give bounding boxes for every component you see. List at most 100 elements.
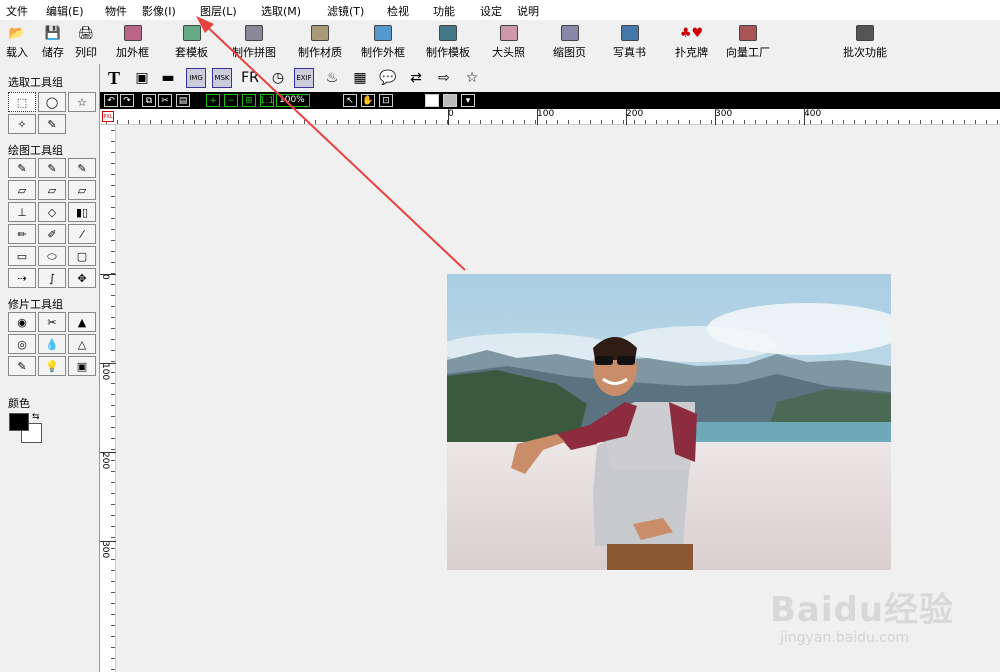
toolbar-button-3[interactable]: 加外框 — [116, 24, 149, 60]
text-tool-icon[interactable]: T — [104, 68, 124, 88]
white-swatch-icon[interactable] — [425, 94, 439, 107]
foreground-color-swatch[interactable] — [9, 413, 29, 431]
toolbar-button-12[interactable]: ♣♥ 扑克牌 — [675, 24, 708, 60]
toolbar-button-8[interactable]: 制作模板 — [426, 24, 470, 60]
gradient-icon[interactable]: ▮▯ — [68, 202, 96, 222]
birthday-cake-icon[interactable]: ♨ — [322, 68, 342, 88]
menu-item-0[interactable]: 文件 — [6, 3, 28, 19]
red-eye-icon[interactable]: ◉ — [8, 312, 36, 332]
hand-icon[interactable]: ✋ — [361, 94, 375, 107]
color-eraser-icon[interactable]: ▱ — [68, 180, 96, 200]
paste-icon[interactable]: ▤ — [176, 94, 190, 107]
lasso-select-tool[interactable]: ☆ — [68, 92, 96, 112]
ellipse-shape-icon[interactable]: ⬭ — [38, 246, 66, 266]
insert-image-icon[interactable]: ▣ — [132, 68, 152, 88]
ruler-tick — [111, 284, 115, 285]
sharpen-icon[interactable]: △ — [68, 334, 96, 354]
double-arrow-icon[interactable]: ⇄ — [406, 68, 426, 88]
ruler-tick — [111, 185, 115, 186]
icon-box — [374, 25, 392, 41]
ruler-major-tick — [537, 109, 538, 125]
speech-bubble-icon[interactable]: 💬 — [378, 68, 398, 88]
toolbar-button-13[interactable]: 向量工厂 — [726, 24, 770, 60]
rectangle-shape-icon[interactable]: ▭ — [8, 246, 36, 266]
swap-colors-icon[interactable]: ⇆ — [32, 412, 40, 422]
toolbar-button-7[interactable]: 制作外框 — [361, 24, 405, 60]
img-object-icon[interactable]: IMG — [186, 68, 206, 88]
pencil-icon[interactable]: ✏ — [8, 224, 36, 244]
msk-object-icon[interactable]: MSK — [212, 68, 232, 88]
ellipse-select-tool[interactable]: ◯ — [38, 92, 66, 112]
menu-item-4[interactable]: 图层(L) — [200, 3, 237, 19]
toolbar-button-11[interactable]: 写真书 — [613, 24, 646, 60]
poker-cards-icon: ♣♥ — [679, 25, 704, 41]
gray-swatch-icon[interactable] — [443, 94, 457, 107]
light-bulb-icon[interactable]: 💡 — [38, 356, 66, 376]
toolbar-button-14[interactable]: 批次功能 — [843, 24, 887, 60]
magic-wand-tool[interactable]: ✧ — [8, 114, 36, 134]
calendar-icon[interactable]: ▦ — [350, 68, 370, 88]
fit-window-icon[interactable]: ⊞ — [242, 94, 256, 107]
icon-box — [739, 25, 757, 41]
photo-image[interactable] — [447, 274, 891, 570]
brush-icon[interactable]: ✎ — [8, 158, 36, 178]
toolbar-button-6[interactable]: 制作材质 — [298, 24, 342, 60]
frame-object-icon[interactable]: FR — [240, 68, 260, 88]
move-icon[interactable]: ✥ — [68, 268, 96, 288]
red-brush-icon[interactable]: ✎ — [8, 356, 36, 376]
menu-item-3[interactable]: 影像(I) — [142, 3, 176, 19]
rect-select-tool[interactable]: ⬚ — [8, 92, 36, 112]
toolbar-button-label: 制作外框 — [361, 46, 405, 59]
spray-brush-icon[interactable]: ✎ — [38, 158, 66, 178]
redo-icon[interactable]: ↷ — [120, 94, 134, 107]
zoom-in-icon[interactable]: + — [206, 94, 220, 107]
crop-icon[interactable]: ⊡ — [379, 94, 393, 107]
pxl-unit-icon[interactable]: PXL — [102, 111, 114, 122]
arrow-shape-icon[interactable]: ⇨ — [434, 68, 454, 88]
curve-icon[interactable]: ∫ — [38, 268, 66, 288]
line-arrow-icon[interactable]: ⇢ — [8, 268, 36, 288]
star-shape-icon[interactable]: ☆ — [462, 68, 482, 88]
rounded-rect-icon[interactable]: ▢ — [68, 246, 96, 266]
menu-item-1[interactable]: 编辑(E) — [46, 3, 84, 19]
menu-item-6[interactable]: 滤镜(T) — [327, 3, 364, 19]
zoom-level-field[interactable]: 100% — [276, 94, 310, 107]
toolbar-button-0[interactable]: 📂 载入 — [6, 24, 28, 60]
toolbar-button-5[interactable]: 制作拼图 — [232, 24, 276, 60]
smudge-icon[interactable]: ▱ — [38, 180, 66, 200]
stamp-icon[interactable]: ⊥ — [8, 202, 36, 222]
menu-item-2[interactable]: 物件 — [105, 3, 127, 19]
clock-icon[interactable]: ◷ — [268, 68, 288, 88]
menu-item-8[interactable]: 功能 — [433, 3, 455, 19]
fill-bucket-icon[interactable]: ◇ — [38, 202, 66, 222]
clone-brush-icon[interactable]: ✎ — [68, 158, 96, 178]
brush-select-tool[interactable]: ✎ — [38, 114, 66, 134]
zoom-out-icon[interactable]: − — [224, 94, 238, 107]
water-drop-icon[interactable]: 💧 — [38, 334, 66, 354]
insert-photo-icon[interactable]: ▬ — [158, 68, 178, 88]
undo-icon[interactable]: ↶ — [104, 94, 118, 107]
toolbar-button-2[interactable]: 🖨 列印 — [75, 24, 97, 60]
toolbar-button-9[interactable]: 大头照 — [492, 24, 525, 60]
menu-item-5[interactable]: 选取(M) — [261, 3, 301, 19]
marker-icon[interactable]: ✐ — [38, 224, 66, 244]
toolbar-button-10[interactable]: 缩图页 — [553, 24, 586, 60]
eraser-icon[interactable]: ▱ — [8, 180, 36, 200]
dropdown-icon[interactable]: ▾ — [461, 94, 475, 107]
exif-icon[interactable]: EXIF — [294, 68, 314, 88]
menu-item-9[interactable]: 设定 — [480, 3, 502, 19]
cut-icon[interactable]: ✂ — [158, 94, 172, 107]
bottle-icon[interactable]: ▲ — [68, 312, 96, 332]
figure-cut-icon[interactable]: ✂ — [38, 312, 66, 332]
actual-size-icon[interactable]: 1:1 — [260, 94, 274, 107]
ruler-tick — [111, 405, 115, 406]
eyedropper-icon[interactable]: ⁄ — [68, 224, 96, 244]
copy-icon[interactable]: ⧉ — [142, 94, 156, 107]
menu-item-7[interactable]: 检视 — [387, 3, 409, 19]
toolbar-button-1[interactable]: 💾 储存 — [42, 24, 64, 60]
toolbar-button-4[interactable]: 套模板 — [175, 24, 208, 60]
image-paint-icon[interactable]: ▣ — [68, 356, 96, 376]
blemish-icon[interactable]: ◎ — [8, 334, 36, 354]
menu-item-10[interactable]: 说明 — [517, 3, 539, 19]
pointer-icon[interactable]: ↖ — [343, 94, 357, 107]
